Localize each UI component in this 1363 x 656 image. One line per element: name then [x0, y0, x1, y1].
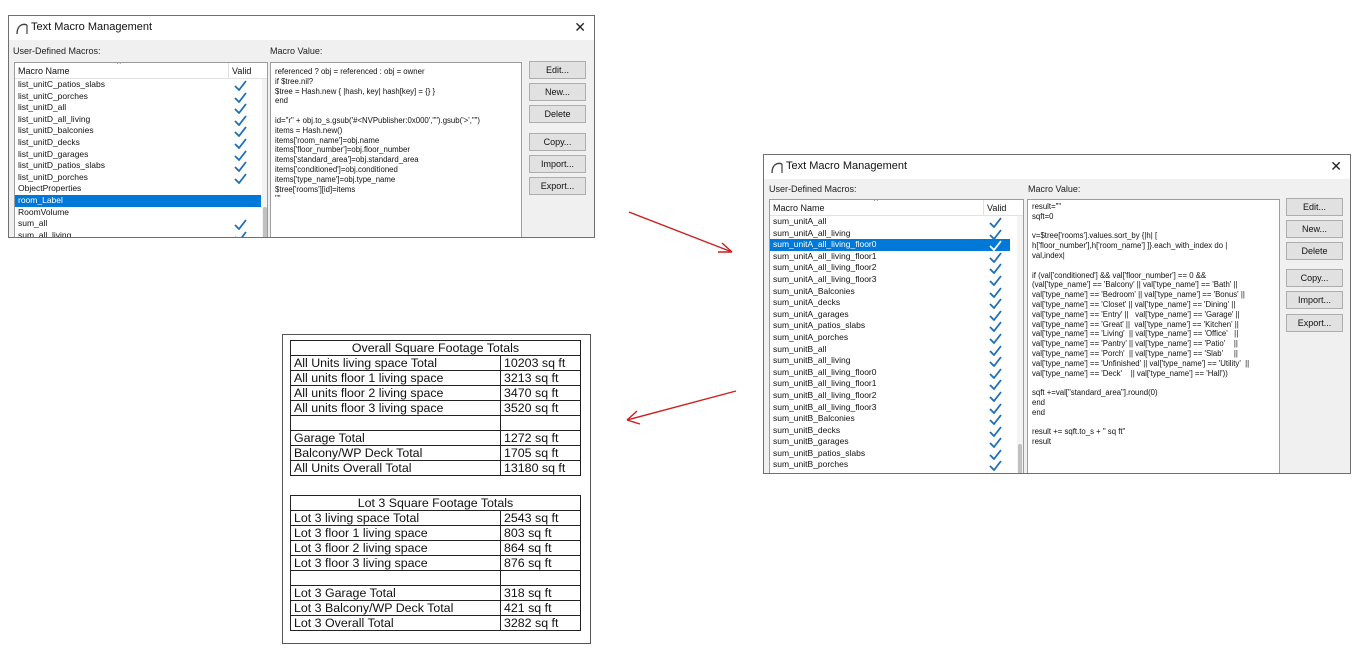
arrow-right-icon [628, 211, 733, 253]
flow-arrows [626, 211, 737, 425]
arrow-left-icon [626, 390, 737, 425]
